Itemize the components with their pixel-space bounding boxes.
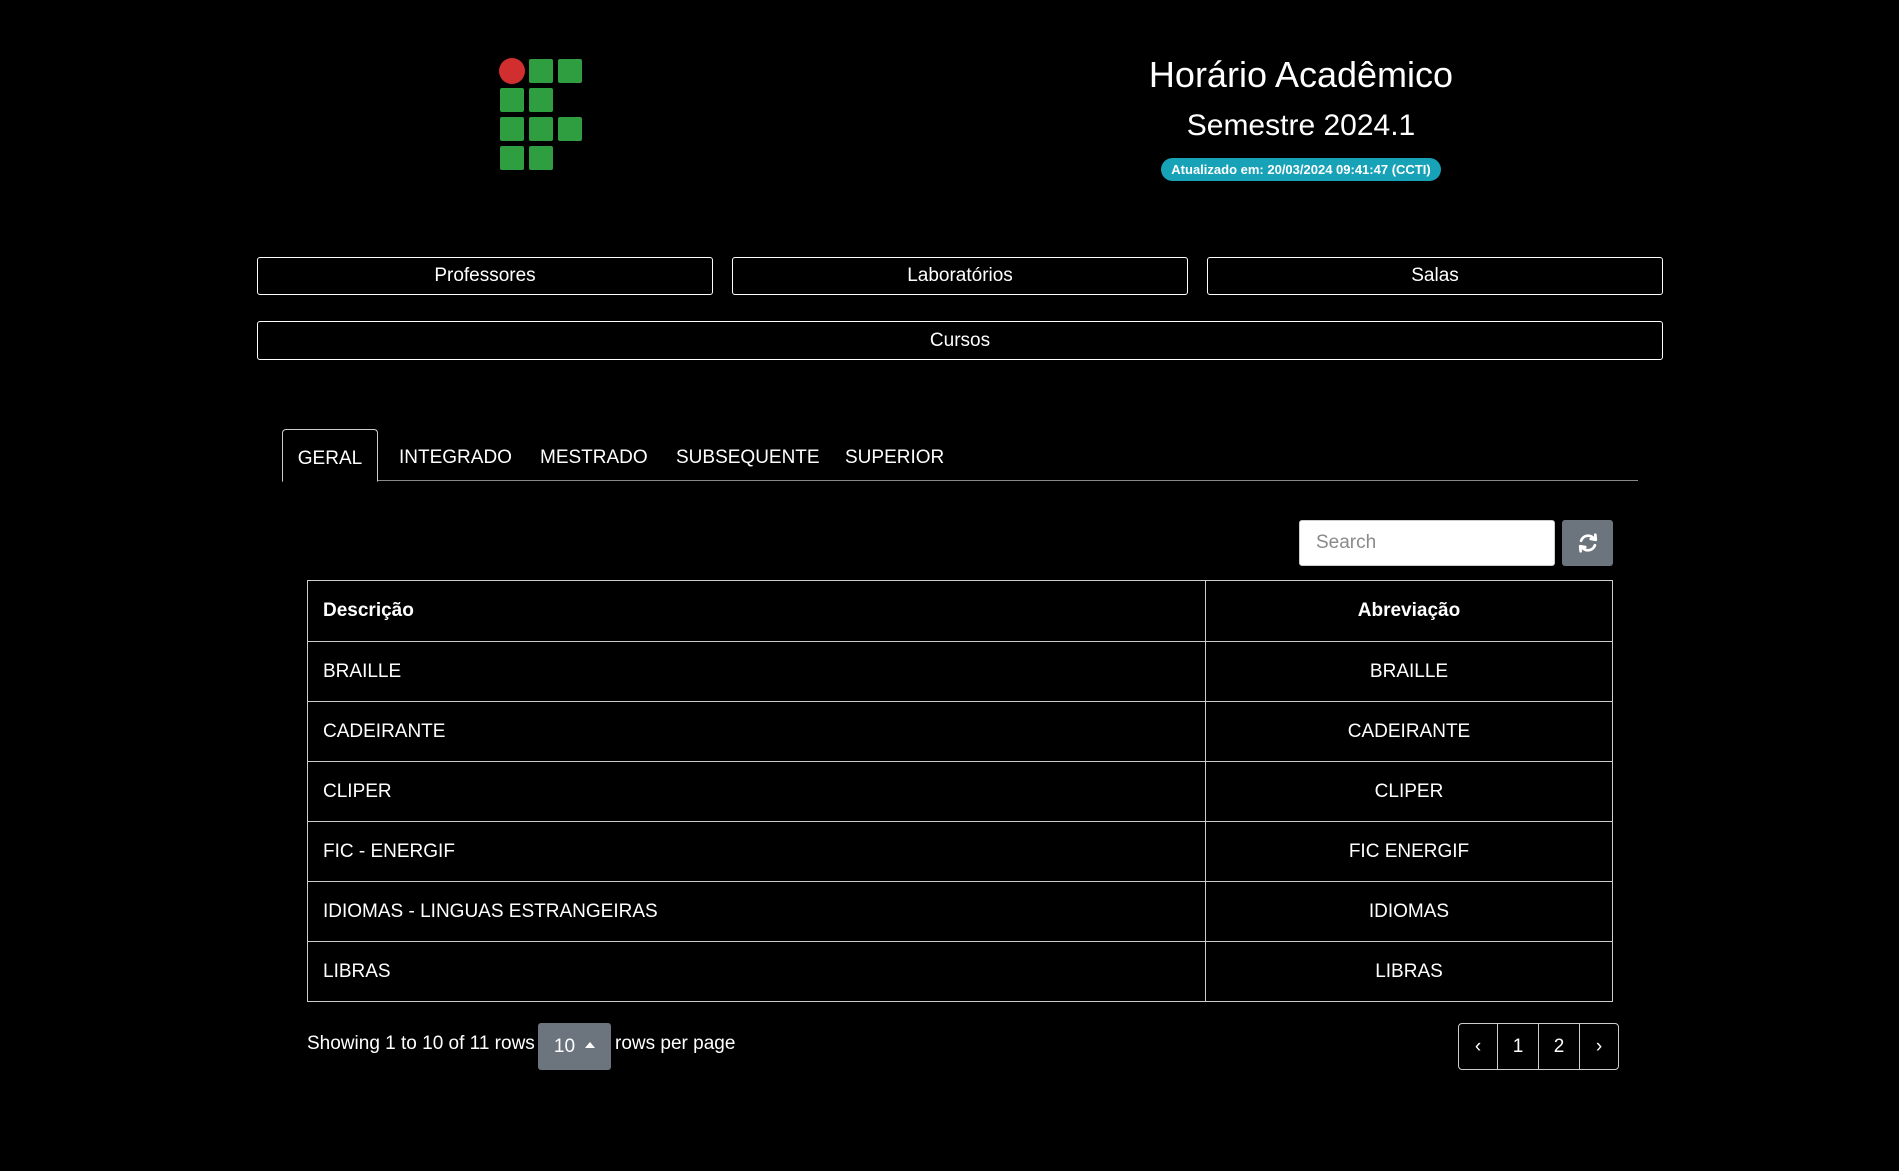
- page-size-value: 10: [553, 1035, 576, 1057]
- pagination-prev-button[interactable]: ‹: [1459, 1024, 1497, 1069]
- logo-red-circle: [499, 58, 525, 84]
- cell-description: CADEIRANTE: [307, 701, 1206, 762]
- pagination-next-button[interactable]: ›: [1579, 1024, 1618, 1069]
- table-row: IDIOMAS - LINGUAS ESTRANGEIRAS IDIOMAS: [307, 881, 1613, 942]
- logo-square: [529, 59, 553, 83]
- table-row: BRAILLE BRAILLE: [307, 641, 1613, 702]
- tab-mestrado[interactable]: MESTRADO: [540, 429, 648, 481]
- cell-abbreviation: FIC ENERGIF: [1205, 821, 1613, 882]
- courses-table: Descrição Abreviação BRAILLE BRAILLE CAD…: [307, 580, 1613, 1002]
- logo-square: [529, 146, 553, 170]
- cell-description: FIC - ENERGIF: [307, 821, 1206, 882]
- laboratorios-button[interactable]: Laboratórios: [732, 257, 1188, 295]
- page-size-dropdown[interactable]: 10: [538, 1023, 611, 1070]
- table-row: CLIPER CLIPER: [307, 761, 1613, 822]
- logo-square: [558, 117, 582, 141]
- institution-logo: [499, 58, 587, 174]
- page-title: Horário Acadêmico: [1148, 54, 1454, 95]
- column-header-abbreviation[interactable]: Abreviação: [1205, 580, 1613, 642]
- updated-badge: Atualizado em: 20/03/2024 09:41:47 (CCTI…: [1161, 158, 1441, 181]
- caret-up-icon: [585, 1042, 596, 1048]
- tab-integrado[interactable]: INTEGRADO: [399, 429, 512, 481]
- logo-square: [500, 146, 524, 170]
- refresh-button[interactable]: [1562, 520, 1613, 566]
- header: Horário Acadêmico Semestre 2024.1 Atuali…: [1104, 50, 1498, 181]
- cell-abbreviation: CLIPER: [1205, 761, 1613, 822]
- logo-square: [529, 117, 553, 141]
- logo-square: [558, 59, 582, 83]
- column-header-description[interactable]: Descrição: [307, 580, 1206, 642]
- table-row: CADEIRANTE CADEIRANTE: [307, 701, 1613, 762]
- rows-per-page-label: rows per page: [615, 1033, 736, 1054]
- semester-label: Semestre 2024.1: [1186, 109, 1416, 142]
- logo-square: [500, 88, 524, 112]
- logo-square: [500, 117, 524, 141]
- cell-abbreviation: IDIOMAS: [1205, 881, 1613, 942]
- table-row: LIBRAS LIBRAS: [307, 941, 1613, 1002]
- cursos-button[interactable]: Cursos: [257, 321, 1663, 360]
- course-tabs: GERAL INTEGRADO MESTRADO SUBSEQUENTE SUP…: [282, 429, 1638, 482]
- table-header-row: Descrição Abreviação: [307, 580, 1613, 642]
- cell-description: LIBRAS: [307, 941, 1206, 1002]
- pagination-page-2[interactable]: 2: [1538, 1024, 1579, 1069]
- cell-description: IDIOMAS - LINGUAS ESTRANGEIRAS: [307, 881, 1206, 942]
- table-row: FIC - ENERGIF FIC ENERGIF: [307, 821, 1613, 882]
- tab-superior[interactable]: SUPERIOR: [845, 429, 944, 481]
- refresh-icon: [1578, 533, 1597, 553]
- logo-square: [529, 88, 553, 112]
- professores-button[interactable]: Professores: [257, 257, 713, 295]
- cell-abbreviation: LIBRAS: [1205, 941, 1613, 1002]
- search-input[interactable]: [1299, 520, 1555, 566]
- salas-button[interactable]: Salas: [1207, 257, 1663, 295]
- cell-abbreviation: BRAILLE: [1205, 641, 1613, 702]
- pagination-info: Showing 1 to 10 of 11 rows: [307, 1033, 535, 1054]
- pagination: ‹ 1 2 ›: [1458, 1023, 1619, 1070]
- tab-subsequente[interactable]: SUBSEQUENTE: [676, 429, 820, 481]
- cell-abbreviation: CADEIRANTE: [1205, 701, 1613, 762]
- cell-description: BRAILLE: [307, 641, 1206, 702]
- pagination-page-1[interactable]: 1: [1497, 1024, 1538, 1069]
- tab-geral[interactable]: GERAL: [282, 429, 378, 482]
- cell-description: CLIPER: [307, 761, 1206, 822]
